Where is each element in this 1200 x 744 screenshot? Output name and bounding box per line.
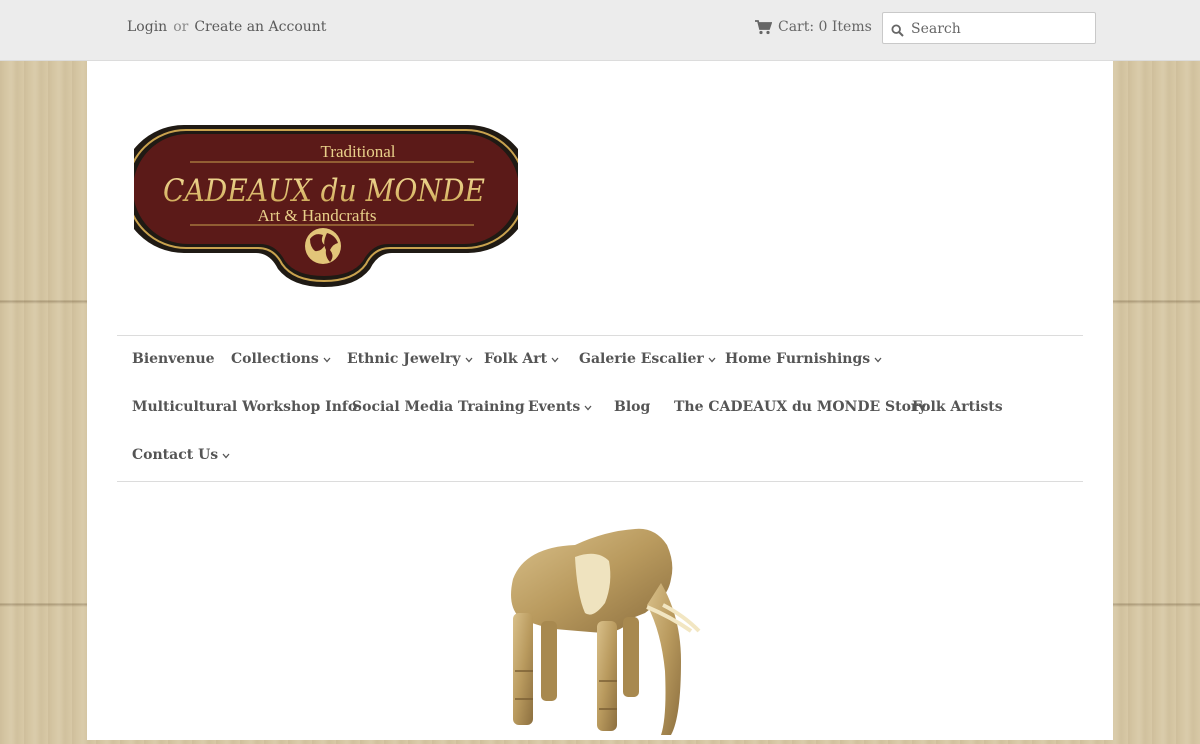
chevron-down-icon [874, 351, 882, 367]
nav-item-label: Events [528, 399, 581, 415]
account-links: Login or Create an Account [127, 19, 326, 35]
nav-item-label: Blog [614, 399, 651, 415]
nav-item-contact-us[interactable]: Contact Us [132, 447, 230, 463]
search-input[interactable] [909, 17, 1093, 41]
nav-item-label: Folk Art [484, 351, 548, 367]
top-bar: Login or Create an Account Cart: 0 Items [0, 0, 1200, 61]
nav-item-label: Folk Artists [912, 399, 1003, 415]
chevron-down-icon [708, 351, 716, 367]
create-account-link[interactable]: Create an Account [194, 19, 326, 35]
or-separator: or [173, 19, 189, 35]
chevron-down-icon [584, 399, 592, 415]
login-link[interactable]: Login [127, 19, 167, 35]
main-nav: Bienvenue Collections Ethnic Jewelry Fol… [117, 335, 1083, 482]
logo-line-2: CADEAUX du MONDE [163, 173, 485, 209]
cart-icon [755, 19, 772, 35]
search-icon [891, 22, 904, 41]
chevron-down-icon [551, 351, 559, 367]
search-box[interactable] [882, 12, 1096, 44]
site-logo[interactable]: Traditional CADEAUX du MONDE Art & Handc… [120, 123, 532, 293]
cart-link[interactable]: Cart: 0 Items [755, 19, 872, 35]
nav-item-label: The CADEAUX du MONDE Story [674, 399, 927, 415]
logo-line-3: Art & Handcrafts [258, 206, 377, 225]
nav-item-label: Home Furnishings [725, 351, 871, 367]
nav-item-label: Collections [231, 351, 319, 367]
nav-item-social-media-training[interactable]: Social Media Training [352, 399, 525, 415]
nav-item-label: Multicultural Workshop Info [132, 399, 358, 415]
nav-item-home-furnishings[interactable]: Home Furnishings [725, 351, 882, 367]
chevron-down-icon [465, 351, 473, 367]
featured-elephant-image[interactable] [485, 521, 715, 744]
nav-item-label: Bienvenue [132, 351, 215, 367]
page-content: Traditional CADEAUX du MONDE Art & Handc… [87, 61, 1113, 740]
nav-item-label: Social Media Training [352, 399, 525, 415]
chevron-down-icon [323, 351, 331, 367]
globe-icon [305, 228, 341, 264]
nav-item-label: Galerie Escalier [579, 351, 704, 367]
nav-item-bienvenue[interactable]: Bienvenue [132, 351, 215, 367]
nav-item-label: Contact Us [132, 447, 219, 463]
nav-item-folk-art[interactable]: Folk Art [484, 351, 559, 367]
nav-item-blog[interactable]: Blog [614, 399, 650, 415]
chevron-down-icon [222, 447, 230, 463]
nav-item-events[interactable]: Events [528, 399, 592, 415]
nav-item-folk-artists[interactable]: Folk Artists [912, 399, 1003, 415]
nav-item-ethnic-jewelry[interactable]: Ethnic Jewelry [347, 351, 473, 367]
nav-item-label: Ethnic Jewelry [347, 351, 461, 367]
nav-item-cadeaux-story[interactable]: The CADEAUX du MONDE Story [674, 399, 926, 415]
nav-item-galerie-escalier[interactable]: Galerie Escalier [579, 351, 716, 367]
nav-item-multicultural-workshop-info[interactable]: Multicultural Workshop Info [132, 399, 357, 415]
nav-item-collections[interactable]: Collections [231, 351, 331, 367]
cart-label: Cart: 0 Items [778, 19, 872, 35]
logo-line-1: Traditional [321, 142, 396, 161]
